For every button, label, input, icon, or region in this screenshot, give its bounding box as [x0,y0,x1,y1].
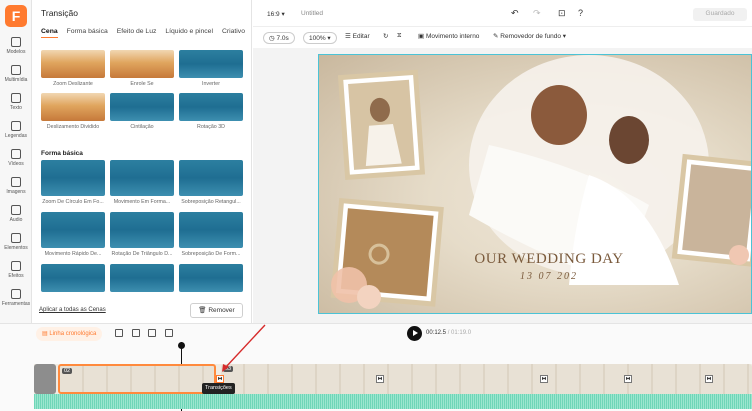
annotation-arrow [222,324,266,372]
app-root: F Modelos Multimídia Texto Legendas Víde… [0,0,752,411]
